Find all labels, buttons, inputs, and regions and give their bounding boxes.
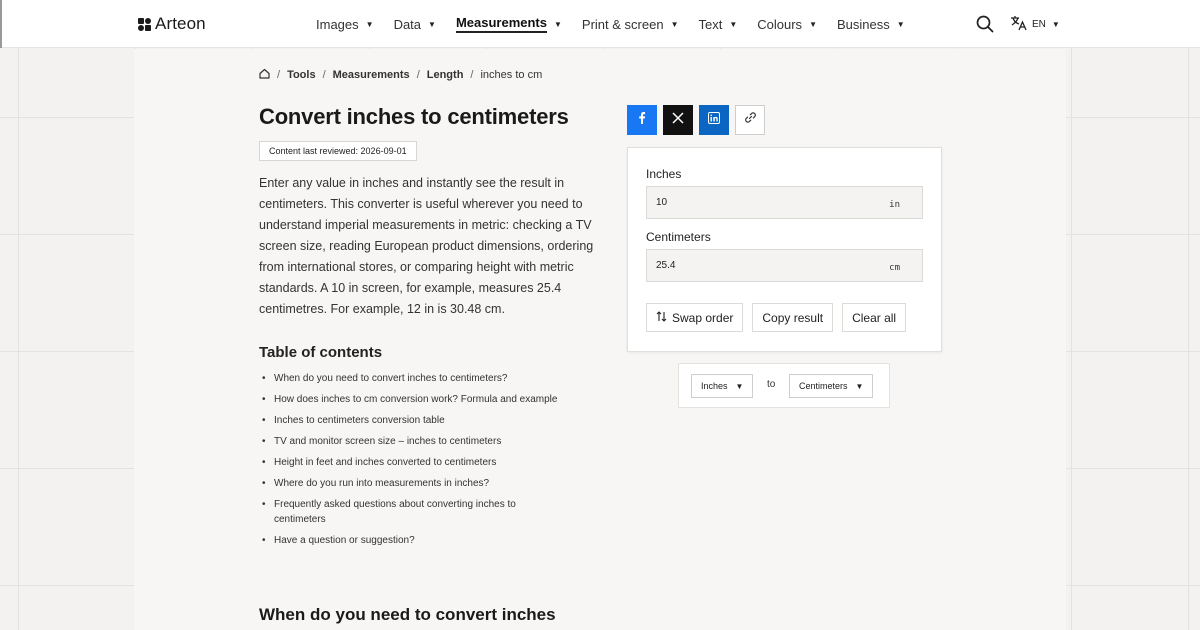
table-of-contents: When do you need to convert inches to ce…	[259, 371, 604, 554]
swap-icon	[656, 310, 667, 325]
swap-order-button[interactable]: Swap order	[646, 303, 744, 332]
swap-order-label: Swap order	[672, 310, 734, 325]
nav-item-data[interactable]: Data ▼	[394, 0, 436, 48]
toc-link[interactable]: Have a question or suggestion?	[259, 533, 604, 548]
clear-all-button[interactable]: Clear all	[842, 303, 907, 332]
translate-icon	[1010, 15, 1028, 34]
breadcrumb-separator: /	[277, 69, 281, 81]
site-header: Arteon Images ▼ Data ▼ Measurements ▼ Print…	[0, 0, 1200, 48]
toc-link[interactable]: Inches to centimeters conversion table	[259, 413, 604, 428]
breadcrumb-measurements[interactable]: Measurements	[333, 69, 410, 81]
converter-panel: Inches 10 in Centimeters 25.4 cm Swap or…	[627, 147, 942, 352]
nav-item-business[interactable]: Business ▼	[837, 0, 905, 48]
page-title: Convert inches to centimeters	[259, 104, 569, 129]
breadcrumb-separator: /	[322, 69, 326, 81]
caret-down-icon: ▼	[729, 19, 738, 29]
search-icon[interactable]	[976, 15, 994, 33]
nav-label: Data	[393, 16, 422, 32]
nav-label: Print & screen	[581, 16, 664, 32]
section-title: When do you need to convert inches to ce…	[259, 605, 556, 630]
nav-label: Colours	[757, 16, 803, 32]
caret-down-icon: ▼	[365, 19, 374, 29]
brand-name: Arteon	[155, 14, 206, 33]
nav-item-print-screen[interactable]: Print & screen ▼	[582, 0, 679, 48]
toc-link[interactable]: When do you need to convert inches to ce…	[259, 371, 604, 386]
toc-title: Table of contents	[259, 344, 383, 361]
home-icon[interactable]	[259, 68, 270, 82]
breadcrumb: / Tools / Measurements / Length / inches…	[259, 68, 542, 82]
breadcrumb-tools[interactable]: Tools	[287, 69, 316, 81]
logo[interactable]: Arteon	[137, 14, 206, 34]
toc-link[interactable]: TV and monitor screen size – inches to c…	[259, 434, 604, 449]
x-icon	[672, 111, 684, 129]
nav-label: Images	[316, 16, 359, 32]
inches-value: 10	[656, 197, 668, 208]
centimeters-value: 25.4	[656, 260, 676, 271]
caret-down-icon: ▼	[1051, 20, 1060, 29]
logo-mark-icon	[137, 17, 152, 32]
window-edge	[0, 0, 2, 48]
to-unit-value: Centimeters	[799, 381, 848, 391]
linkedin-icon	[708, 111, 720, 129]
nav-item-images[interactable]: Images ▼	[316, 0, 374, 48]
share-buttons	[627, 105, 765, 135]
language-selector[interactable]: EN ▼	[1010, 15, 1060, 34]
main-content: / Tools / Measurements / Length / inches…	[134, 49, 1066, 630]
caret-down-icon: ▼	[855, 381, 864, 391]
inches-unit: in	[889, 200, 900, 210]
converter-actions: Swap order Copy result Clear all	[646, 303, 907, 332]
breadcrumb-length[interactable]: Length	[427, 69, 464, 81]
toc-link[interactable]: Where do you run into measurements in in…	[259, 476, 604, 491]
from-unit-value: Inches	[701, 381, 728, 391]
nav-item-colours[interactable]: Colours ▼	[757, 0, 817, 48]
centimeters-input[interactable]: 25.4 cm	[646, 249, 923, 282]
caret-down-icon: ▼	[554, 19, 562, 29]
x-share-button[interactable]	[663, 105, 693, 135]
from-unit-select[interactable]: Inches ▼	[691, 374, 754, 398]
caret-down-icon: ▼	[735, 381, 744, 391]
breadcrumb-separator: /	[470, 69, 474, 81]
linkedin-share-button[interactable]	[699, 105, 729, 135]
caret-down-icon: ▼	[670, 19, 679, 29]
copy-link-button[interactable]	[735, 105, 765, 135]
toc-link[interactable]: Frequently asked questions about convert…	[259, 497, 549, 527]
reviewed-badge: Content last reviewed: 2026-09-01	[259, 141, 417, 161]
centimeters-label: Centimeters	[646, 230, 711, 244]
to-unit-select[interactable]: Centimeters ▼	[789, 374, 874, 398]
nav-label: Text	[698, 16, 723, 32]
toc-link[interactable]: How does inches to cm conversion work? F…	[259, 392, 604, 407]
main-nav: Images ▼ Data ▼ Measurements ▼ Print & scre…	[316, 0, 925, 48]
centimeters-unit: cm	[889, 263, 900, 273]
breadcrumb-current: inches to cm	[480, 69, 543, 81]
nav-label: Business	[836, 16, 890, 32]
copy-result-button[interactable]: Copy result	[752, 303, 834, 332]
unit-selector: Inches ▼ to Centimeters ▼	[678, 363, 890, 408]
to-label: to	[767, 379, 776, 390]
language-code: EN	[1032, 19, 1046, 30]
inches-input[interactable]: 10 in	[646, 186, 923, 219]
facebook-icon	[636, 111, 648, 129]
caret-down-icon: ▼	[809, 19, 817, 29]
caret-down-icon: ▼	[896, 19, 905, 29]
nav-label: Measurements	[455, 15, 547, 33]
facebook-share-button[interactable]	[627, 105, 657, 135]
toc-link[interactable]: Height in feet and inches converted to c…	[259, 455, 604, 470]
nav-item-measurements[interactable]: Measurements ▼	[455, 0, 562, 48]
inches-label: Inches	[646, 167, 682, 181]
caret-down-icon: ▼	[428, 19, 436, 29]
breadcrumb-separator: /	[416, 69, 420, 81]
nav-item-text[interactable]: Text ▼	[699, 0, 738, 48]
link-icon	[744, 111, 757, 129]
intro-paragraph: Enter any value in inches and instantly …	[259, 176, 594, 316]
